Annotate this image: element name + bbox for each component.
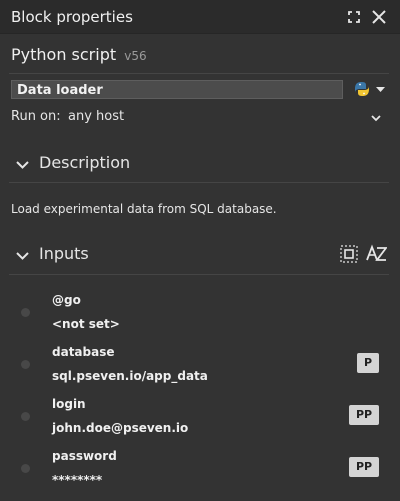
- input-value: <not set>: [52, 317, 120, 331]
- block-name-input[interactable]: [11, 80, 343, 99]
- select-all-icon[interactable]: [338, 243, 360, 265]
- parameter-badge[interactable]: PP: [349, 457, 379, 477]
- input-row-database[interactable]: database sql.pseven.io/app_data P: [0, 345, 400, 397]
- input-row-login[interactable]: login john.doe@pseven.io PP: [0, 397, 400, 449]
- run-on-value[interactable]: any host: [68, 109, 124, 124]
- inputs-header: Inputs: [39, 244, 89, 263]
- input-value: sql.pseven.io/app_data: [52, 369, 208, 383]
- divider: [9, 73, 389, 74]
- sort-az-icon[interactable]: [365, 243, 388, 265]
- run-on-chevron-down-icon[interactable]: [369, 110, 383, 124]
- maximize-icon[interactable]: [344, 7, 364, 27]
- divider: [9, 274, 389, 275]
- input-row-go[interactable]: @go <not set>: [0, 293, 400, 345]
- port-indicator: [21, 464, 30, 473]
- close-icon[interactable]: [369, 7, 389, 27]
- parameter-badge[interactable]: P: [357, 353, 379, 373]
- description-header: Description: [39, 153, 131, 172]
- panel-titlebar: Block properties: [0, 0, 400, 34]
- parameter-badge[interactable]: PP: [349, 405, 379, 425]
- chevron-down-icon: [15, 248, 30, 263]
- input-name: @go: [52, 293, 81, 307]
- port-indicator: [21, 412, 30, 421]
- input-name: login: [52, 397, 86, 411]
- description-section-header[interactable]: Description: [0, 149, 400, 177]
- python-icon: [355, 82, 385, 96]
- input-value: john.doe@pseven.io: [52, 421, 189, 435]
- divider: [9, 182, 389, 183]
- port-indicator: [21, 360, 30, 369]
- input-name: password: [52, 449, 117, 463]
- block-version: v56: [124, 49, 147, 63]
- input-value: ********: [52, 473, 103, 487]
- chevron-down-icon: [376, 87, 385, 92]
- language-dropdown[interactable]: [353, 80, 389, 99]
- block-type-title: Python script v56: [11, 45, 147, 64]
- port-indicator: [21, 308, 30, 317]
- run-on-label: Run on:: [11, 109, 61, 124]
- description-text: Load experimental data from SQL database…: [11, 202, 277, 216]
- block-type-label: Python script: [11, 45, 117, 64]
- chevron-down-icon: [15, 157, 30, 172]
- input-row-password[interactable]: password ******** PP: [0, 449, 400, 501]
- input-name: database: [52, 345, 115, 359]
- panel-title: Block properties: [11, 8, 133, 26]
